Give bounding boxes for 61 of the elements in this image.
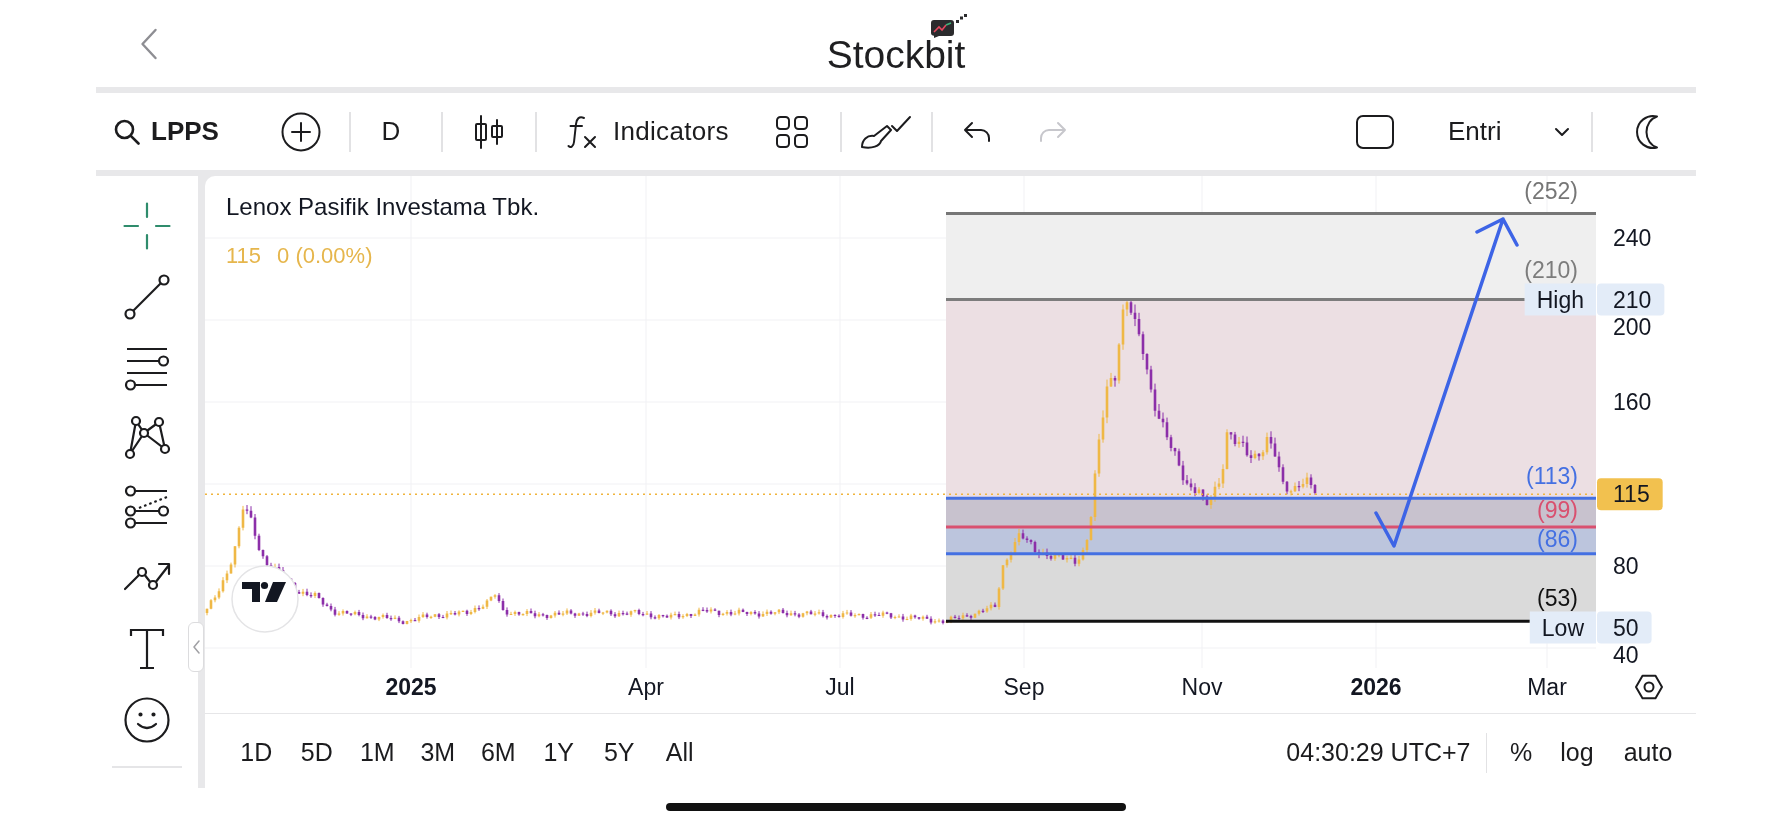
chevron-left-icon: [192, 640, 200, 654]
time-axis-label: 2025: [385, 674, 437, 700]
square-icon[interactable]: [1356, 114, 1394, 149]
price-axis-label: 40: [1613, 641, 1639, 668]
level-label: (99): [1537, 496, 1578, 523]
range-button[interactable]: 5D: [286, 733, 347, 772]
range-button[interactable]: 5Y: [589, 733, 650, 772]
time-axis-label: Mar: [1527, 674, 1567, 700]
time-axis-label: Apr: [628, 674, 664, 700]
add-icon[interactable]: [281, 111, 321, 152]
symbol-search-button[interactable]: LPPS: [114, 115, 223, 148]
price-axis-label: 160: [1613, 389, 1652, 416]
line-tool-icon[interactable]: [123, 272, 171, 321]
caret-icon: [1554, 126, 1570, 137]
time-axis-label: Sep: [1003, 674, 1045, 700]
range-button[interactable]: 3M: [407, 733, 468, 772]
clock-text: 04:30:29 UTC+7: [1286, 736, 1471, 768]
price-change-text: 0 (0.00%): [277, 242, 373, 270]
range-button[interactable]: All: [649, 733, 710, 772]
search-icon: [114, 118, 140, 145]
level-label: (86): [1537, 525, 1578, 552]
scale-option-button[interactable]: auto: [1613, 733, 1683, 772]
template-dropdown[interactable]: Entri: [1448, 115, 1570, 148]
last-price-text: 115: [226, 242, 262, 270]
interval-button[interactable]: D: [366, 115, 416, 148]
level-label: (53): [1537, 584, 1578, 611]
range-button[interactable]: 1M: [347, 733, 408, 772]
last-price-tag: 115: [1597, 478, 1663, 511]
function-icon: [567, 114, 597, 149]
logo-text: Stockbit: [826, 35, 966, 74]
range-button[interactable]: 1Y: [528, 733, 589, 772]
range-button[interactable]: 6M: [468, 733, 529, 772]
level-label: (252): [1524, 178, 1578, 205]
level-label: (113): [1526, 463, 1578, 490]
grid-icon[interactable]: [776, 115, 808, 148]
price-tag: 210: [1597, 283, 1665, 316]
undo-icon[interactable]: [963, 120, 991, 143]
indicators-button[interactable]: Indicators: [567, 114, 733, 149]
crosshair-icon[interactable]: [123, 202, 171, 251]
logo-mark-icon: [931, 14, 968, 38]
scale-option-button[interactable]: log: [1552, 733, 1602, 772]
smiley-icon[interactable]: [123, 695, 171, 744]
candlestick-icon[interactable]: [474, 114, 504, 149]
level-label: (210): [1524, 256, 1578, 283]
high-label: High: [1524, 283, 1596, 316]
low-label: Low: [1529, 611, 1596, 644]
brush-check-icon[interactable]: [860, 114, 912, 149]
price-axis-label: 200: [1613, 313, 1652, 340]
chart-logo-icon: [231, 565, 299, 633]
time-axis-label: Jul: [825, 674, 855, 700]
settings-icon[interactable]: [1635, 674, 1663, 700]
time-axis-label: Nov: [1181, 674, 1223, 700]
time-axis-label: 2026: [1350, 674, 1402, 700]
price-tag: 50: [1597, 611, 1652, 644]
pattern-icon[interactable]: [123, 413, 171, 462]
scale-option-button[interactable]: %: [1501, 733, 1541, 772]
chart-title: Lenox Pasifik Investama Tbk.: [226, 193, 540, 222]
back-icon[interactable]: [140, 28, 158, 60]
range-button[interactable]: 1D: [226, 733, 287, 772]
price-axis-label: 80: [1613, 553, 1639, 580]
price-axis-label: 240: [1613, 225, 1652, 252]
